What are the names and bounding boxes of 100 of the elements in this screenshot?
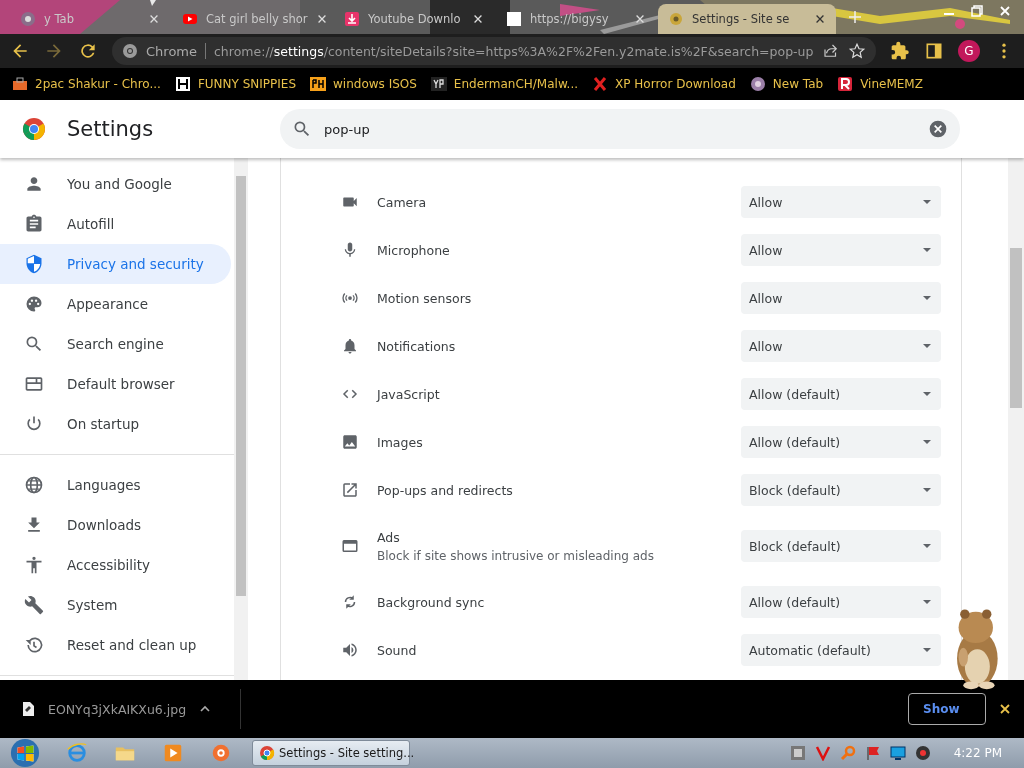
- letter-icon: [174, 76, 191, 92]
- clear-icon[interactable]: [928, 119, 948, 139]
- permission-label: Motion sensors: [377, 290, 473, 306]
- reload-icon[interactable]: [78, 41, 98, 61]
- sidebar-item[interactable]: Search engine: [0, 324, 231, 364]
- shield-icon: [24, 254, 44, 274]
- search-icon: [292, 119, 312, 139]
- sidebar-item[interactable]: Default browser: [0, 364, 231, 404]
- sidebar-item[interactable]: You and Google: [0, 164, 231, 204]
- permission-label: Images: [377, 434, 424, 450]
- search-field[interactable]: pop-up: [280, 109, 960, 149]
- file-name: EONYq3jXkAIKXu6.jpg: [48, 701, 187, 717]
- share-icon[interactable]: [822, 42, 840, 60]
- bell-icon: [341, 337, 359, 355]
- open-external-icon: [341, 481, 359, 499]
- logo-icon: [837, 76, 854, 92]
- tray-app-icon[interactable]: [789, 745, 806, 761]
- permission-label: Background sync: [377, 594, 486, 610]
- gear-icon: [668, 11, 684, 27]
- close-icon[interactable]: [814, 13, 826, 25]
- permission-label: Camera: [377, 194, 428, 210]
- play-icon: [182, 11, 198, 27]
- sidebar-item[interactable]: System: [0, 585, 231, 625]
- browser-tab[interactable]: Settings - Site se: [658, 4, 836, 34]
- browser-tab[interactable]: Youtube Downlo: [334, 4, 494, 34]
- history-icon: [24, 635, 44, 655]
- show-all-button[interactable]: Show: [908, 693, 986, 725]
- globe-icon: [20, 11, 36, 27]
- palette-icon: [24, 294, 44, 314]
- bookmark[interactable]: 2pac Shakur - Chro...: [12, 76, 161, 92]
- badge-icon: [430, 76, 447, 92]
- clipboard-icon: [24, 214, 44, 234]
- briefcase-icon: [12, 76, 28, 92]
- scrollbar[interactable]: [234, 158, 248, 680]
- clock: 4:22 PM: [953, 746, 1002, 760]
- media-player-icon[interactable]: [162, 742, 184, 764]
- sidebar-item[interactable]: Autofill: [0, 204, 231, 244]
- sidebar-item[interactable]: Accessibility: [0, 545, 231, 585]
- tray-app-icon[interactable]: [814, 745, 831, 761]
- globe-icon: [749, 76, 766, 92]
- badge-icon: [310, 76, 327, 92]
- browser-tab[interactable]: https://bigysy: [496, 4, 656, 34]
- permission-description: Block if site shows intrusive or misleading ads: [377, 548, 655, 563]
- permission-dropdown[interactable]: Allow: [741, 234, 941, 266]
- bookmark[interactable]: XP Horror Download: [592, 76, 736, 92]
- permission-label: Ads: [377, 529, 401, 545]
- chrome-icon: [259, 745, 275, 761]
- profile-avatar[interactable]: G: [958, 40, 980, 62]
- permission-label: JavaScript: [377, 386, 441, 402]
- flag-icon[interactable]: [864, 745, 881, 761]
- permission-dropdown[interactable]: Allow: [741, 186, 941, 218]
- puzzle-icon[interactable]: [890, 41, 910, 61]
- speaker-icon: [341, 641, 359, 659]
- side-panel-icon[interactable]: [924, 41, 944, 61]
- speaker-icon[interactable]: [914, 745, 931, 761]
- plus-icon[interactable]: [848, 10, 862, 24]
- bookmark[interactable]: EndermanCH/Malw...: [430, 76, 579, 92]
- swirl-icon[interactable]: [210, 742, 232, 764]
- sidebar-item[interactable]: Reset and clean up: [0, 625, 231, 665]
- star-icon[interactable]: [848, 42, 866, 60]
- permission-dropdown[interactable]: Allow (default): [741, 378, 941, 410]
- sidebar-item[interactable]: On startup: [0, 404, 231, 444]
- globe-icon: [24, 475, 44, 495]
- permission-dropdown[interactable]: Block (default): [741, 530, 941, 562]
- permission-dropdown[interactable]: Allow (default): [741, 586, 941, 618]
- image-icon: [341, 433, 359, 451]
- sidebar-item[interactable]: Languages: [0, 465, 231, 505]
- permission-dropdown[interactable]: Allow (default): [741, 426, 941, 458]
- close-icon[interactable]: [998, 702, 1012, 716]
- wrench-icon: [24, 595, 44, 615]
- chrome-logo-icon: [22, 117, 46, 141]
- permission-dropdown[interactable]: Automatic (default): [741, 634, 941, 666]
- bookmark[interactable]: VineMEMZ: [837, 76, 923, 92]
- search-icon: [24, 334, 44, 354]
- address-bar[interactable]: Chrome chrome://settings/content/siteDetails?site=https%3A%2F%2Fen.y2mate.is%2F&search=pop-up: [112, 37, 876, 65]
- permission-dropdown[interactable]: Allow: [741, 282, 941, 314]
- page-icon: [506, 11, 522, 27]
- monitor-icon[interactable]: [889, 745, 906, 761]
- permission-label: Microphone: [377, 242, 451, 258]
- browser-window-icon: [24, 374, 44, 394]
- file-icon: [20, 701, 36, 717]
- sidebar-item[interactable]: Appearance: [0, 284, 231, 324]
- start-button-icon[interactable]: [10, 738, 40, 768]
- cross-icon: [592, 76, 609, 92]
- site-label: Chrome: [146, 43, 197, 59]
- scrollbar[interactable]: [1008, 158, 1024, 680]
- download-icon: [344, 11, 360, 27]
- bookmark[interactable]: windows ISOS: [310, 76, 417, 92]
- search-input[interactable]: pop-up: [322, 120, 918, 138]
- chrome-icon: [122, 43, 138, 59]
- permission-label: Sound: [377, 642, 418, 658]
- restore-icon[interactable]: [970, 4, 984, 18]
- sidebar-item[interactable]: Downloads: [0, 505, 231, 545]
- sidebar-item[interactable]: Privacy and security: [0, 244, 231, 284]
- permission-dropdown[interactable]: Block (default): [741, 474, 941, 506]
- bookmark[interactable]: New Tab: [749, 76, 824, 92]
- page-title: Settings: [67, 117, 155, 141]
- bookmark[interactable]: FUNNY SNIPPIES: [174, 76, 297, 92]
- window-icon: [341, 537, 359, 555]
- permission-dropdown[interactable]: Allow: [741, 330, 941, 362]
